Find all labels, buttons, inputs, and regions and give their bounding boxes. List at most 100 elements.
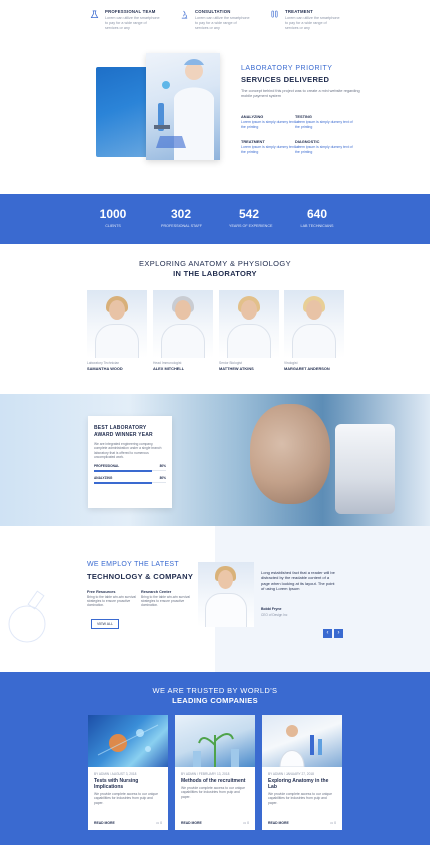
read-more-link[interactable]: Read More: [94, 821, 115, 825]
member-name: Margaret Anderson: [284, 366, 330, 371]
stat-value: 1000: [99, 207, 127, 221]
member-photo: [219, 290, 279, 358]
service-testing: Testing Lorem ipsum is simply dummy text…: [295, 114, 355, 129]
read-more-link[interactable]: Read More: [181, 821, 202, 825]
feature-desc: Lorem can utilize the smartphone to pay …: [195, 16, 250, 30]
team-member[interactable]: Head Immunologist Alex Mitchell: [153, 290, 213, 371]
flask-outline-decoration: [8, 590, 46, 643]
feature-treatment: Treatment Lorem can utilize the smartpho…: [270, 9, 340, 45]
team-title-line2: IN THE LABORATORY: [173, 269, 257, 278]
team-member[interactable]: Virologist Margaret Anderson: [284, 290, 344, 371]
stat-label: Lab Technicians: [300, 224, 334, 228]
service-diagnostic: Diagnostic Lorem ipsum is simply dummy t…: [295, 139, 355, 154]
comment-icon: ▭: [155, 821, 160, 825]
blog-post-card[interactable]: By Admin / February 13, 2018 Methods of …: [175, 715, 255, 830]
view-all-button[interactable]: View All: [91, 619, 119, 629]
member-photo: [87, 290, 147, 358]
stats-band: 1000 Clients 302 Professional Staff 542 …: [0, 194, 430, 244]
award-background-photo: [0, 394, 430, 526]
service-title: Testing: [295, 114, 312, 119]
post-desc: We provide complete access to our unique…: [94, 792, 159, 805]
post-title[interactable]: Tests with Nursing Implications: [88, 776, 168, 790]
award-title-line2: AWARD WINNER YEAR: [94, 432, 153, 438]
skill-bar-analyzing: Analyzing 80%: [94, 476, 166, 484]
testimonial-text: Long established fact that a reader will…: [261, 570, 335, 591]
service-desc: Lorem ipsum is simply dummy text of the …: [241, 120, 299, 129]
tech-col-free-resources: Free Resources Bring to the table win-wi…: [87, 590, 137, 608]
feature-desc: Lorem can utilize the smartphone to pay …: [285, 16, 340, 30]
award-card: BEST LABORATORY AWARD WINNER YEAR We are…: [88, 416, 172, 508]
stat-technicians: 640 Lab Technicians: [297, 208, 337, 244]
member-name: Samantha Wood: [87, 366, 123, 371]
post-desc: We provide complete access to our unique…: [181, 786, 246, 799]
stat-clients: 1000 Clients: [93, 208, 133, 244]
post-meta: By Admin / August 3, 2018: [94, 772, 137, 776]
stat-value: 542: [238, 207, 260, 221]
next-arrow-button[interactable]: ›: [334, 629, 343, 638]
service-analyzing: Analyzing Lorem ipsum is simply dummy te…: [241, 114, 301, 129]
blog-post-card[interactable]: By Admin / August 3, 2018 Tests with Nur…: [88, 715, 168, 830]
tech-col-title: Free Resources: [87, 590, 116, 594]
service-desc: Lorem ipsum is simply dummy text of the …: [241, 145, 299, 154]
lab-photo-microscope: [146, 53, 220, 160]
blog-post-card[interactable]: By Admin / January 27, 2018 Exploring An…: [262, 715, 342, 830]
post-meta: By Admin / January 27, 2018: [268, 772, 314, 776]
feature-title: Consultation: [195, 9, 231, 14]
stat-label: Professional Staff: [161, 224, 202, 228]
tech-title-line2: TECHNOLOGY & COMPANY: [87, 572, 194, 581]
page: Professional Team Lorem can utilize the …: [0, 0, 430, 845]
priority-title-line2: SERVICES DELIVERED: [241, 75, 330, 84]
post-title[interactable]: Exploring Anatomy in the Lab: [262, 776, 342, 790]
skill-label: Professional: [94, 464, 120, 469]
features-row: Professional Team Lorem can utilize the …: [0, 0, 430, 45]
service-title: Analyzing: [241, 114, 264, 119]
testimonial-photo: [198, 562, 254, 627]
skill-fill: [94, 481, 152, 484]
stat-value: 302: [170, 207, 192, 221]
feature-title: Treatment: [285, 9, 313, 14]
testimonial-role: CEO of Design Inc: [261, 613, 288, 617]
service-title: Treatment: [241, 139, 265, 144]
priority-title-line1: LABORATORY PRIORITY: [241, 65, 333, 72]
comments-count: ▭ 0: [242, 821, 249, 825]
post-photo-plants: [175, 715, 255, 767]
stat-staff: 302 Professional Staff: [161, 207, 202, 244]
tech-title-line1: WE EMPLOY THE LATEST: [87, 561, 179, 568]
post-title[interactable]: Methods of the recruitment: [175, 776, 255, 784]
stat-label: Years of Experience: [229, 224, 273, 228]
member-role: Laboratory Technician: [87, 361, 120, 365]
member-role: Head Immunologist: [153, 361, 182, 365]
award-description: We are integrated engineering company, c…: [94, 442, 162, 459]
tech-col-desc: Bring to the table win-win survival stra…: [141, 595, 190, 608]
award-title-line1: BEST LABORATORY: [94, 425, 147, 431]
read-more-link[interactable]: Read More: [268, 821, 289, 825]
skill-fill: [94, 469, 152, 472]
skill-label: Analyzing: [94, 476, 113, 481]
feature-title: Professional Team: [105, 9, 156, 14]
service-title: Diagnostic: [295, 139, 320, 144]
post-meta: By Admin / February 13, 2018: [181, 772, 230, 776]
service-treatment: Treatment Lorem ipsum is simply dummy te…: [241, 139, 301, 154]
comment-icon: ▭: [242, 821, 247, 825]
testtube-icon: [270, 10, 280, 20]
service-desc: Lorem ipsum is simply dummy text of the …: [295, 120, 353, 129]
prev-arrow-button[interactable]: ‹: [323, 629, 332, 638]
microscope-icon: [180, 10, 190, 20]
member-role: Senior Biologist: [219, 361, 242, 365]
tech-col-research-center: Research Center Bring to the table win-w…: [141, 590, 191, 608]
skill-bar-professional: Professional 80%: [94, 464, 166, 472]
comments-count: ▭ 0: [329, 821, 336, 825]
team-title-line1: EXPLORING ANATOMY & PHYSIOLOGY: [138, 259, 292, 268]
trusted-title-line2: LEADING COMPANIES: [172, 696, 258, 705]
service-desc: Lorem ipsum is simply dummy text of the …: [295, 145, 353, 154]
tech-col-desc: Bring to the table win-win survival stra…: [87, 595, 136, 608]
member-name: Alex Mitchell: [153, 366, 185, 371]
stat-label: Clients: [105, 224, 121, 228]
team-member[interactable]: Laboratory Technician Samantha Wood: [87, 290, 147, 371]
comment-icon: ▭: [329, 821, 334, 825]
comments-count: ▭ 0: [155, 821, 162, 825]
member-role: Virologist: [284, 361, 298, 365]
tech-col-title: Research Center: [141, 590, 172, 594]
team-member[interactable]: Senior Biologist Matthew Atkins: [219, 290, 279, 371]
member-photo: [284, 290, 344, 358]
